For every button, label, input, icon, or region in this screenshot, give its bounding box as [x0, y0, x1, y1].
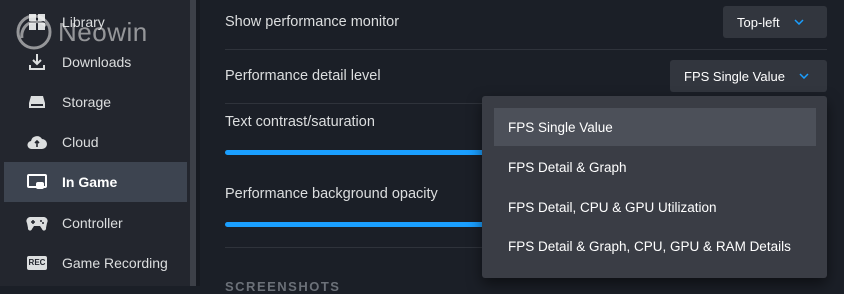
sidebar-item-label: Cloud — [62, 134, 99, 150]
dropdown-value: FPS Single Value — [684, 68, 785, 84]
sidebar-item-game-recording[interactable]: REC Game Recording — [4, 243, 187, 283]
chevron-down-icon — [799, 70, 811, 82]
perf-monitor-dropdown[interactable]: Top-left — [723, 6, 827, 38]
rec-badge: REC — [26, 256, 48, 270]
library-icon — [26, 11, 48, 33]
chevron-down-icon — [794, 16, 806, 28]
sidebar-item-downloads[interactable]: Downloads — [4, 42, 187, 82]
sidebar-item-label: In Game — [62, 174, 118, 190]
storage-icon — [26, 91, 48, 113]
sidebar-item-label: Game Recording — [62, 255, 168, 271]
menu-option-fps-full[interactable]: FPS Detail & Graph, CPU, GPU & RAM Detai… — [494, 227, 816, 265]
in-game-icon — [26, 171, 48, 193]
divider — [225, 49, 827, 50]
sidebar-item-label: Downloads — [62, 54, 132, 70]
sidebar-item-controller[interactable]: Controller — [4, 203, 187, 243]
text-contrast-label: Text contrast/saturation — [225, 114, 375, 130]
perf-monitor-label: Show performance monitor — [225, 14, 400, 30]
perf-detail-dropdown[interactable]: FPS Single Value — [670, 60, 827, 92]
sidebar-item-label: Controller — [62, 215, 123, 231]
cloud-icon — [26, 131, 48, 153]
rec-icon: REC — [26, 252, 48, 274]
dropdown-value: Top-left — [737, 14, 780, 30]
sidebar-item-label: Library — [62, 14, 105, 30]
download-icon — [26, 51, 48, 73]
section-heading-screenshots: SCREENSHOTS — [225, 279, 341, 294]
controller-icon — [26, 212, 48, 234]
sidebar: Library Downloads Storage Cloud In Game … — [0, 0, 196, 286]
perf-detail-label: Performance detail level — [225, 68, 381, 84]
bg-opacity-slider[interactable] — [225, 222, 495, 227]
sidebar-item-library[interactable]: Library — [4, 2, 187, 42]
sidebar-item-in-game[interactable]: In Game — [4, 162, 187, 202]
sidebar-item-cloud[interactable]: Cloud — [4, 122, 187, 162]
menu-option-fps-single[interactable]: FPS Single Value — [494, 108, 816, 146]
menu-option-fps-cpu-gpu[interactable]: FPS Detail, CPU & GPU Utilization — [494, 188, 816, 226]
sidebar-item-label: Storage — [62, 94, 112, 110]
menu-option-fps-detail-graph[interactable]: FPS Detail & Graph — [494, 148, 816, 186]
perf-detail-menu: FPS Single Value FPS Detail & Graph FPS … — [482, 96, 827, 278]
sidebar-item-storage[interactable]: Storage — [4, 82, 187, 122]
text-contrast-slider[interactable] — [225, 150, 495, 155]
bg-opacity-label: Performance background opacity — [225, 186, 438, 202]
